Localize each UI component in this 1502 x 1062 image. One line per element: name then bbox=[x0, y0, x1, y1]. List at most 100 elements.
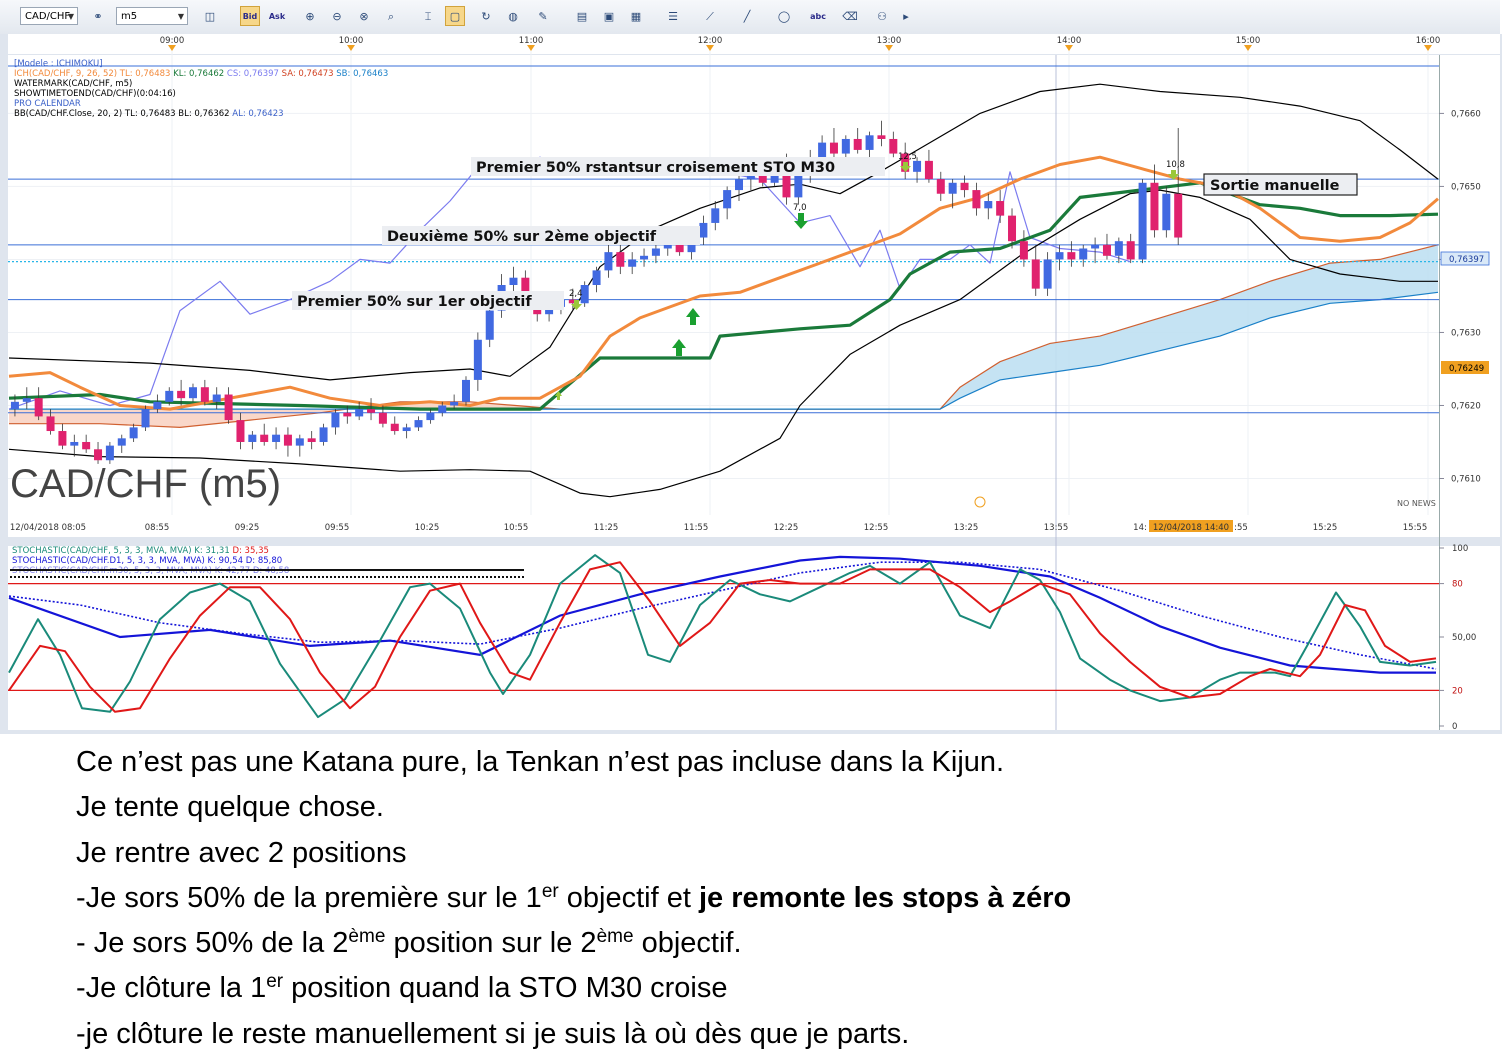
caption-text: Ce n’est pas une Katana pure, la Tenkan … bbox=[76, 740, 1476, 1057]
bottom-time-label: 13:55 bbox=[1044, 523, 1069, 533]
text-tool-icon[interactable]: abc bbox=[808, 6, 828, 26]
candle-body bbox=[272, 434, 281, 442]
fan-icon[interactable]: ⟋ bbox=[700, 6, 720, 26]
candle-body bbox=[877, 135, 886, 139]
link-icon[interactable]: ⚭ bbox=[88, 6, 108, 26]
candle-body bbox=[260, 434, 269, 442]
legend-showtime: SHOWTIMETOEND(CAD/CHF)(0:04:16) bbox=[14, 89, 176, 99]
timeframe-select[interactable]: m5 ▼ bbox=[116, 7, 188, 25]
signal-label: 10,8 bbox=[1166, 160, 1185, 170]
candle-body bbox=[438, 405, 447, 413]
candle-body bbox=[723, 190, 732, 209]
annotation-sto-cross: Premier 50% rstantsur croisement STO M30 bbox=[476, 160, 835, 176]
caption-line-4: -Je sors 50% de la première sur le 1er o… bbox=[76, 880, 1072, 914]
stoch-tick-label: 100 bbox=[1452, 544, 1468, 554]
candle-body bbox=[402, 427, 411, 432]
bid-button[interactable]: Bid bbox=[240, 6, 260, 26]
candle-body bbox=[129, 427, 138, 439]
candle-body bbox=[117, 438, 126, 446]
list-icon[interactable]: ☰ bbox=[663, 6, 683, 26]
candle-body bbox=[1079, 248, 1088, 260]
zoom-in-icon[interactable]: ⊕ bbox=[300, 6, 320, 26]
annotation-second-objective: Deuxième 50% sur 2ème objectif bbox=[387, 229, 657, 245]
magnifier-icon[interactable]: ⌕ bbox=[381, 6, 401, 26]
candle-body bbox=[141, 409, 150, 428]
caption-line-3: Je rentre avec 2 positions bbox=[76, 836, 407, 869]
top-time-label: 11:00 bbox=[519, 36, 544, 46]
candle-body bbox=[1031, 259, 1040, 289]
candle-body bbox=[58, 431, 67, 446]
symbol-select[interactable]: CAD/CHF ▼ bbox=[20, 7, 78, 25]
legend-calendar: PRO CALENDAR bbox=[14, 99, 81, 109]
refresh-icon[interactable]: ↻ bbox=[476, 6, 496, 26]
candle-body bbox=[343, 412, 352, 417]
candle-body bbox=[960, 182, 969, 191]
stoch-legend-2: STOCHASTIC(CAD/CHF.D1, 5, 3, 3, MVA, MVA… bbox=[12, 556, 282, 566]
candle-body bbox=[996, 201, 1005, 216]
ask-button[interactable]: Ask bbox=[267, 6, 287, 26]
shape-icon[interactable]: ◯ bbox=[774, 6, 794, 26]
candle-body bbox=[853, 138, 862, 150]
bottom-time-label: 08:55 bbox=[145, 523, 170, 533]
candle-body bbox=[1150, 182, 1159, 231]
bottom-time-label: 09:55 bbox=[325, 523, 350, 533]
bottom-time-label: 13:25 bbox=[954, 523, 979, 533]
legend-ich: ICH(CAD/CHF, 9, 26, 52) TL: 0,76483 KL: … bbox=[14, 69, 388, 79]
candle-body bbox=[972, 190, 981, 209]
candle-body bbox=[1114, 241, 1123, 256]
symbol-label: CAD/CHF bbox=[25, 11, 71, 22]
bottom-time-label: 11:55 bbox=[684, 523, 709, 533]
candle-body bbox=[735, 179, 744, 191]
candle-body bbox=[628, 259, 637, 267]
bottom-time-label: 12/04/2018 08:05 bbox=[10, 523, 86, 533]
top-time-label: 15:00 bbox=[1236, 36, 1261, 46]
candle-body bbox=[236, 420, 245, 442]
candle-body bbox=[200, 387, 209, 402]
image-icon[interactable]: ▣ bbox=[599, 6, 619, 26]
candle-body bbox=[509, 277, 518, 285]
annotation-first-objective: Premier 50% sur 1er objectif bbox=[297, 294, 532, 310]
price-axis[interactable] bbox=[1440, 55, 1500, 515]
zoom-out-icon[interactable]: ⊖ bbox=[327, 6, 347, 26]
pencil-icon[interactable]: ✎ bbox=[533, 6, 553, 26]
candle-body bbox=[177, 390, 186, 399]
expand-icon[interactable]: ▸ bbox=[896, 6, 916, 26]
eraser-icon[interactable]: ⌫ bbox=[840, 6, 860, 26]
template-icon[interactable]: ▦ bbox=[626, 6, 646, 26]
candle-body bbox=[82, 441, 91, 450]
candle-body bbox=[473, 339, 482, 380]
candle-body bbox=[1102, 244, 1111, 256]
candle-body bbox=[604, 252, 613, 271]
watermark-text: CAD/CHF (m5) bbox=[10, 462, 281, 506]
level-label: 0,76249 bbox=[1449, 364, 1484, 374]
candle-body bbox=[1162, 193, 1171, 231]
caption-line-2: Je tente quelque chose. bbox=[76, 791, 384, 824]
candle-body bbox=[295, 438, 304, 446]
cursor-icon[interactable]: ▢ bbox=[445, 6, 465, 26]
candle-body bbox=[651, 248, 660, 256]
line-tool-icon[interactable]: ╱ bbox=[737, 6, 757, 26]
chart-type-icon[interactable]: ◫ bbox=[200, 6, 220, 26]
candle-body bbox=[22, 398, 31, 402]
candle-body bbox=[592, 270, 601, 285]
candle-body bbox=[105, 445, 114, 461]
bottom-time-label: 12/04/2018 14:40 bbox=[1153, 523, 1229, 533]
candle-body bbox=[248, 434, 257, 442]
crosshair-icon[interactable]: ⌶ bbox=[418, 6, 438, 26]
zoom-fit-icon[interactable]: ⊗ bbox=[354, 6, 374, 26]
top-time-axis bbox=[8, 34, 1500, 54]
users-icon[interactable]: ⚇ bbox=[872, 6, 892, 26]
candle-body bbox=[913, 160, 922, 172]
candle-body bbox=[94, 449, 103, 461]
indicator-icon[interactable]: ▤ bbox=[572, 6, 592, 26]
signal-label: 12,5 bbox=[898, 152, 917, 162]
candle-body bbox=[188, 387, 197, 399]
globe-icon[interactable]: ◍ bbox=[503, 6, 523, 26]
top-time-label: 13:00 bbox=[877, 36, 902, 46]
price-tick-label: 0,7660 bbox=[1451, 109, 1481, 119]
candle-body bbox=[924, 160, 933, 180]
stoch-legend-1: STOCHASTIC(CAD/CHF, 5, 3, 3, MVA, MVA) K… bbox=[12, 546, 269, 556]
caption-line-5: - Je sors 50% de la 2ème position sur le… bbox=[76, 926, 742, 960]
candle-body bbox=[829, 142, 838, 154]
candle-body bbox=[699, 222, 708, 238]
